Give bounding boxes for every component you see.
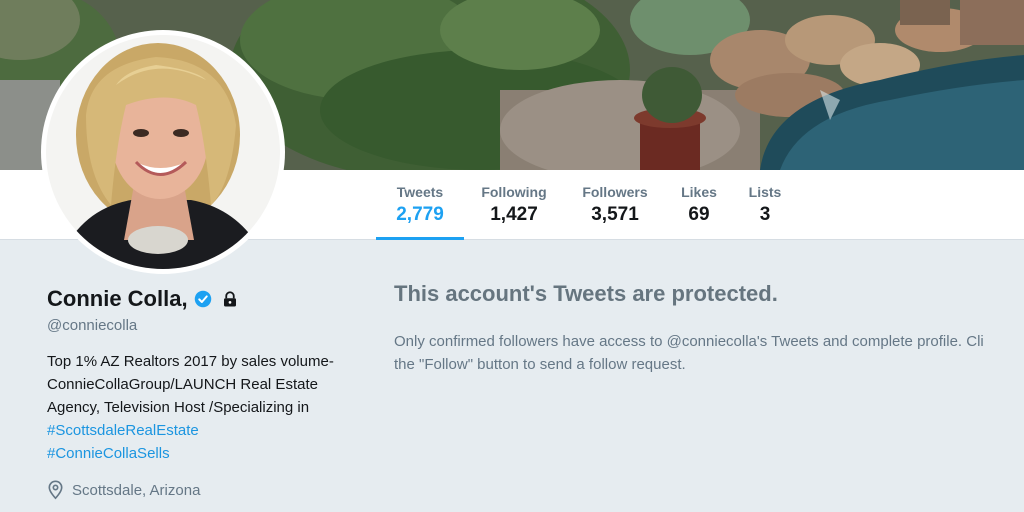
stat-likes-label: Likes bbox=[681, 184, 717, 200]
protected-body: Only confirmed followers have access to … bbox=[394, 330, 1024, 376]
profile-location: Scottsdale, Arizona bbox=[47, 480, 367, 500]
verified-badge-icon bbox=[194, 290, 211, 308]
protected-title: This account's Tweets are protected. bbox=[394, 281, 778, 306]
stat-tweets-value: 2,779 bbox=[396, 204, 444, 225]
profile-page: Tweets 2,779 Following 1,427 Followers 3… bbox=[0, 0, 1024, 512]
stat-likes[interactable]: Likes 69 bbox=[676, 182, 722, 240]
avatar[interactable] bbox=[41, 30, 285, 274]
protected-body-line-2: the "Follow" button to send a follow req… bbox=[394, 356, 686, 373]
stat-followers[interactable]: Followers 3,571 bbox=[578, 182, 652, 240]
stat-likes-value: 69 bbox=[688, 204, 710, 225]
stat-tweets[interactable]: Tweets 2,779 bbox=[376, 182, 464, 240]
lock-icon bbox=[223, 291, 236, 307]
stat-lists-value: 3 bbox=[759, 204, 771, 225]
name-row: Connie Colla, bbox=[47, 284, 367, 314]
stat-following[interactable]: Following 1,427 bbox=[476, 182, 552, 240]
stat-following-value: 1,427 bbox=[490, 204, 538, 225]
stat-lists-label: Lists bbox=[748, 184, 782, 200]
stat-followers-value: 3,571 bbox=[591, 204, 639, 225]
stat-following-label: Following bbox=[481, 184, 547, 200]
stat-followers-label: Followers bbox=[582, 184, 648, 200]
profile-bio: Top 1% AZ Realtors 2017 by sales volume-… bbox=[47, 350, 352, 465]
stat-tweets-label: Tweets bbox=[396, 184, 444, 200]
protected-body-line-1: Only confirmed followers have access to … bbox=[394, 333, 984, 350]
profile-handle[interactable]: @conniecolla bbox=[47, 317, 367, 334]
profile-name[interactable]: Connie Colla, bbox=[47, 286, 188, 312]
map-pin-icon bbox=[48, 480, 63, 500]
bio-text: Top 1% AZ Realtors 2017 by sales volume-… bbox=[47, 353, 334, 416]
profile-card: Connie Colla, @conniecolla Top 1% AZ Rea… bbox=[47, 284, 367, 500]
location-text: Scottsdale, Arizona bbox=[72, 481, 201, 499]
bio-hashtag-connie-colla-sells[interactable]: #ConnieCollaSells bbox=[47, 445, 170, 462]
stat-lists[interactable]: Lists 3 bbox=[744, 182, 786, 240]
protected-notice: This account's Tweets are protected. Onl… bbox=[394, 281, 1024, 376]
bio-hashtag-scottsdale-real-estate[interactable]: #ScottsdaleRealEstate bbox=[47, 422, 199, 439]
